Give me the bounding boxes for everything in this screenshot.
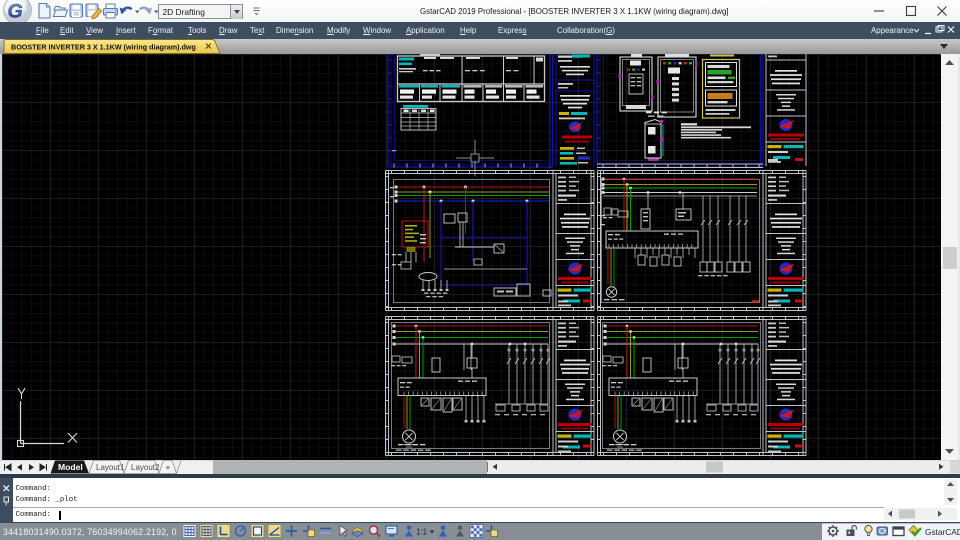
svg-text:G: G bbox=[8, 1, 23, 23]
svg-text:Model: Model bbox=[58, 462, 83, 472]
svg-text:Layout2: Layout2 bbox=[131, 463, 160, 472]
svg-text:BOOSTER INVERTER 3 X 1.1KW (wi: BOOSTER INVERTER 3 X 1.1KW (wiring diagr… bbox=[11, 42, 196, 51]
svg-text:+: + bbox=[166, 462, 171, 472]
svg-text:Layout1: Layout1 bbox=[96, 463, 125, 472]
